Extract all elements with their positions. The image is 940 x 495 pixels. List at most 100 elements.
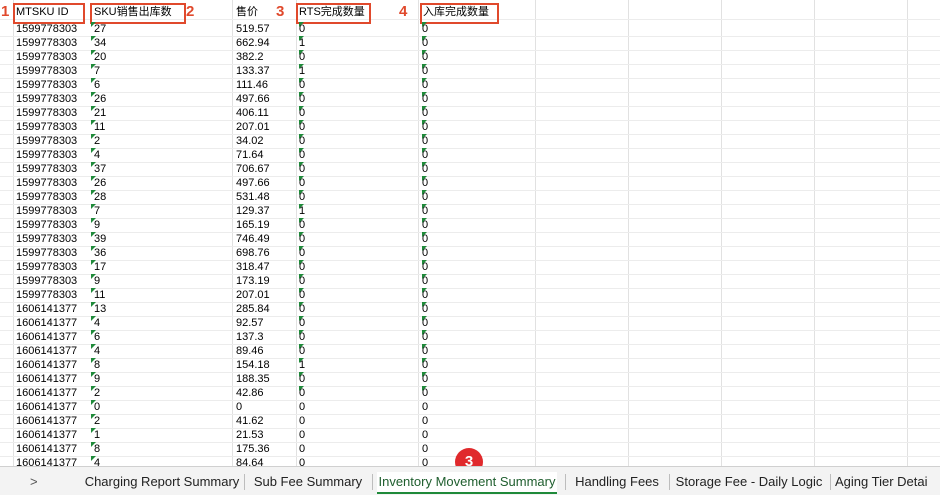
tab-sub-fee-summary[interactable]: Sub Fee Summary	[250, 472, 366, 492]
tab-handling-fees[interactable]: Handling Fees	[570, 472, 664, 492]
cell-mtsku-id[interactable]: 1599778303 11	[16, 288, 221, 302]
cell-rts-done[interactable]: 0	[299, 330, 399, 344]
cell-mtsku-id[interactable]: 1599778303 37	[16, 162, 221, 176]
cell-mtsku-id[interactable]: 1599778303 9	[16, 218, 221, 232]
cell-mtsku-id[interactable]: 1599778303 7	[16, 204, 221, 218]
cell-mtsku-id[interactable]: 1599778303 34	[16, 36, 221, 50]
cell-mtsku-id[interactable]: 1606141377 0	[16, 400, 221, 414]
cell-rts-done[interactable]: 0	[299, 190, 399, 204]
cell-mtsku-id[interactable]: 1606141377 1	[16, 428, 221, 442]
cell-price[interactable]: 382.2	[236, 50, 296, 64]
cell-price[interactable]: 42.86	[236, 386, 296, 400]
cell-mtsku-id[interactable]: 1599778303 9	[16, 274, 221, 288]
cell-mtsku-id[interactable]: 1599778303 17	[16, 260, 221, 274]
tab-scroll-arrow[interactable]: >	[30, 472, 38, 492]
cell-rts-done[interactable]: 0	[299, 400, 399, 414]
cell-inbound-done[interactable]: 0	[422, 400, 522, 414]
tab-inventory-movement-summary[interactable]: Inventory Movement Summary	[377, 472, 557, 494]
header-price[interactable]: 售价	[236, 5, 258, 19]
cell-rts-done[interactable]: 0	[299, 428, 399, 442]
cell-mtsku-id[interactable]: 1599778303 28	[16, 190, 221, 204]
cell-price[interactable]: 154.18	[236, 358, 296, 372]
cell-mtsku-id[interactable]: 1599778303 39	[16, 232, 221, 246]
cell-rts-done[interactable]: 0	[299, 288, 399, 302]
cell-inbound-done[interactable]: 0	[422, 358, 522, 372]
cell-rts-done[interactable]: 0	[299, 456, 399, 466]
cell-rts-done[interactable]: 0	[299, 148, 399, 162]
tab-aging-tier-detail[interactable]: Aging Tier Detai	[835, 472, 940, 492]
cell-price[interactable]: 71.64	[236, 148, 296, 162]
cell-inbound-done[interactable]: 0	[422, 64, 522, 78]
tab-storage-fee-daily-logic[interactable]: Storage Fee - Daily Logic	[674, 472, 824, 492]
cell-rts-done[interactable]: 0	[299, 22, 399, 36]
cell-inbound-done[interactable]: 0	[422, 204, 522, 218]
cell-inbound-done[interactable]: 0	[422, 372, 522, 386]
cell-mtsku-id[interactable]: 1599778303 26	[16, 176, 221, 190]
cell-rts-done[interactable]: 0	[299, 316, 399, 330]
cell-price[interactable]: 21.53	[236, 428, 296, 442]
cell-inbound-done[interactable]: 0	[422, 78, 522, 92]
cell-inbound-done[interactable]: 0	[422, 50, 522, 64]
cell-inbound-done[interactable]: 0	[422, 218, 522, 232]
cell-rts-done[interactable]: 0	[299, 92, 399, 106]
cell-inbound-done[interactable]: 0	[422, 190, 522, 204]
cell-price[interactable]: 318.47	[236, 260, 296, 274]
cell-price[interactable]: 531.48	[236, 190, 296, 204]
cell-rts-done[interactable]: 0	[299, 232, 399, 246]
cell-rts-done[interactable]: 0	[299, 50, 399, 64]
cell-inbound-done[interactable]: 0	[422, 120, 522, 134]
cell-mtsku-id[interactable]: 1599778303 2	[16, 134, 221, 148]
cell-mtsku-id[interactable]: 1599778303 20	[16, 50, 221, 64]
cell-price[interactable]: 285.84	[236, 302, 296, 316]
cell-mtsku-id[interactable]: 1599778303 7	[16, 64, 221, 78]
cell-mtsku-id[interactable]: 1606141377 13	[16, 302, 221, 316]
cell-inbound-done[interactable]: 0	[422, 134, 522, 148]
tab-charging-report-summary[interactable]: Charging Report Summary	[82, 472, 242, 492]
cell-inbound-done[interactable]: 0	[422, 106, 522, 120]
cell-inbound-done[interactable]: 0	[422, 288, 522, 302]
cell-rts-done[interactable]: 1	[299, 358, 399, 372]
cell-rts-done[interactable]: 0	[299, 218, 399, 232]
cell-mtsku-id[interactable]: 1606141377 4	[16, 316, 221, 330]
spreadsheet-grid[interactable]: MTSKU ID SKU销售出库数 售价 RTS完成数量 入库完成数量 1 2 …	[0, 0, 940, 466]
cell-mtsku-id[interactable]: 1606141377 4	[16, 344, 221, 358]
cell-inbound-done[interactable]: 0	[422, 344, 522, 358]
cell-inbound-done[interactable]: 0	[422, 176, 522, 190]
cell-inbound-done[interactable]: 0	[422, 260, 522, 274]
cell-price[interactable]: 175.36	[236, 442, 296, 456]
cell-price[interactable]: 133.37	[236, 64, 296, 78]
cell-mtsku-id[interactable]: 1599778303 4	[16, 148, 221, 162]
cell-rts-done[interactable]: 0	[299, 134, 399, 148]
cell-rts-done[interactable]: 0	[299, 372, 399, 386]
cell-inbound-done[interactable]: 0	[422, 316, 522, 330]
cell-inbound-done[interactable]: 0	[422, 428, 522, 442]
cell-rts-done[interactable]: 0	[299, 442, 399, 456]
cell-price[interactable]: 662.94	[236, 36, 296, 50]
cell-mtsku-id[interactable]: 1606141377 2	[16, 414, 221, 428]
cell-rts-done[interactable]: 0	[299, 78, 399, 92]
cell-rts-done[interactable]: 0	[299, 162, 399, 176]
cell-mtsku-id[interactable]: 1606141377 8	[16, 358, 221, 372]
cell-price[interactable]: 165.19	[236, 218, 296, 232]
cell-mtsku-id[interactable]: 1606141377 4	[16, 456, 221, 466]
cell-price[interactable]: 497.66	[236, 176, 296, 190]
cell-price[interactable]: 89.46	[236, 344, 296, 358]
cell-rts-done[interactable]: 0	[299, 414, 399, 428]
cell-rts-done[interactable]: 1	[299, 204, 399, 218]
cell-rts-done[interactable]: 0	[299, 260, 399, 274]
cell-rts-done[interactable]: 0	[299, 120, 399, 134]
cell-price[interactable]: 92.57	[236, 316, 296, 330]
cell-mtsku-id[interactable]: 1606141377 9	[16, 372, 221, 386]
cell-price[interactable]: 706.67	[236, 162, 296, 176]
cell-mtsku-id[interactable]: 1599778303 11	[16, 120, 221, 134]
cell-inbound-done[interactable]: 0	[422, 330, 522, 344]
cell-price[interactable]: 406.11	[236, 106, 296, 120]
cell-price[interactable]: 41.62	[236, 414, 296, 428]
cell-inbound-done[interactable]: 0	[422, 414, 522, 428]
cell-inbound-done[interactable]: 0	[422, 302, 522, 316]
cell-rts-done[interactable]: 0	[299, 246, 399, 260]
cell-mtsku-id[interactable]: 1599778303 26	[16, 92, 221, 106]
cell-inbound-done[interactable]: 0	[422, 232, 522, 246]
cell-rts-done[interactable]: 0	[299, 274, 399, 288]
cell-price[interactable]: 519.57	[236, 22, 296, 36]
